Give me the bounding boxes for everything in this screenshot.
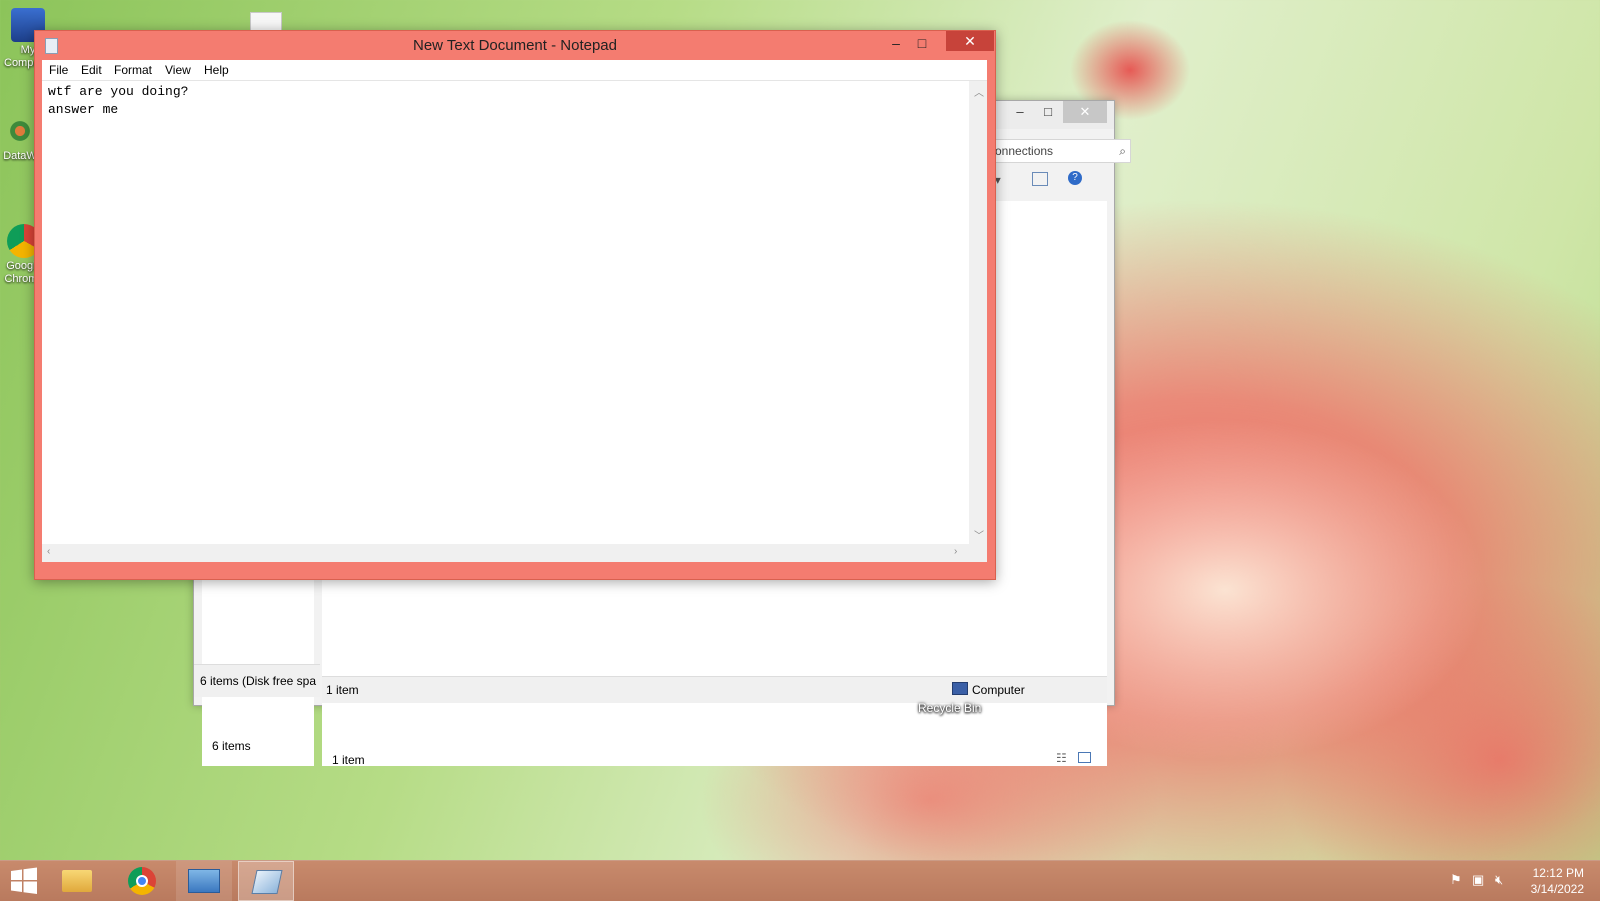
status-location: Computer: [972, 683, 1025, 697]
folder-icon: [62, 870, 92, 892]
scroll-up-icon[interactable]: ︿: [974, 84, 984, 99]
taskbar: ⚑ ▣ 🔇︎ 12:12 PM 3/14/2022: [0, 860, 1600, 901]
close-button[interactable]: ✕: [946, 31, 994, 51]
search-placeholder: onnections: [995, 144, 1054, 158]
explorer-close-button[interactable]: ✕: [1063, 101, 1107, 123]
details-view-icon[interactable]: ☷: [1056, 751, 1067, 765]
taskbar-chrome[interactable]: [115, 861, 171, 901]
clock-time: 12:12 PM: [1532, 866, 1584, 880]
menu-help[interactable]: Help: [199, 60, 234, 80]
menu-edit[interactable]: Edit: [76, 60, 107, 80]
menu-view[interactable]: View: [160, 60, 196, 80]
computer-icon: [952, 682, 968, 695]
scroll-right-icon[interactable]: ›: [954, 546, 957, 557]
left-items-count: 6 items: [212, 739, 251, 753]
large-icons-view-icon[interactable]: [1078, 752, 1091, 763]
search-icon[interactable]: ⌕: [1119, 140, 1126, 162]
notepad-window[interactable]: New Text Document - Notepad – □ ✕ File E…: [34, 30, 996, 580]
status-items: 1 item: [326, 683, 359, 697]
notepad-title: New Text Document - Notepad: [413, 37, 617, 54]
explorer-maximize-button[interactable]: □: [1033, 101, 1063, 123]
taskbar-file-explorer[interactable]: [50, 861, 106, 901]
explorer-minimize-button[interactable]: –: [1005, 101, 1035, 123]
start-button[interactable]: [0, 861, 48, 901]
resize-grip[interactable]: [969, 544, 987, 562]
help-icon[interactable]: ?: [1068, 171, 1082, 185]
clock-date: 3/14/2022: [1530, 882, 1584, 896]
volume-muted-icon[interactable]: 🔇︎: [1495, 872, 1503, 888]
horizontal-scrollbar[interactable]: ‹ ›: [42, 544, 969, 562]
menu-format[interactable]: Format: [109, 60, 157, 80]
taskbar-notepad[interactable]: [238, 861, 294, 901]
control-panel-icon: [188, 869, 220, 893]
preview-pane-icon[interactable]: [1032, 172, 1048, 186]
explorer-search-input[interactable]: onnections ⌕: [992, 139, 1131, 163]
explorer-statusbar: 1 item Computer: [322, 676, 1107, 703]
menu-file[interactable]: File: [44, 60, 73, 80]
windows-logo-icon: [11, 867, 37, 894]
text-line: wtf are you doing?: [48, 84, 189, 99]
atom-icon: [3, 114, 37, 148]
scroll-left-icon[interactable]: ‹: [47, 546, 50, 557]
explorer-left-status: 6 items (Disk free spa: [194, 664, 320, 697]
scroll-down-icon[interactable]: ﹀: [974, 527, 984, 542]
main-items-count: 1 item: [332, 753, 365, 767]
action-center-flag-icon[interactable]: ⚑: [1450, 872, 1462, 888]
menu-bar: File Edit Format View Help: [42, 60, 987, 81]
maximize-button[interactable]: □: [909, 33, 935, 53]
recycle-bin-label[interactable]: Recycle Bin: [918, 701, 981, 715]
explorer-toolbar: ☰▾ ?: [984, 169, 1144, 195]
text-line: answer me: [48, 102, 119, 117]
chrome-center: [136, 875, 148, 887]
notepad-icon: [251, 870, 283, 894]
vertical-scrollbar[interactable]: ︿ ﹀: [969, 81, 987, 544]
text-editor-area[interactable]: wtf are you doing? answer me: [42, 81, 969, 544]
network-icon[interactable]: ▣: [1472, 872, 1484, 888]
minimize-button[interactable]: –: [883, 33, 909, 53]
taskbar-control-panel[interactable]: [176, 861, 232, 901]
system-clock[interactable]: 12:12 PM 3/14/2022: [1531, 865, 1584, 897]
